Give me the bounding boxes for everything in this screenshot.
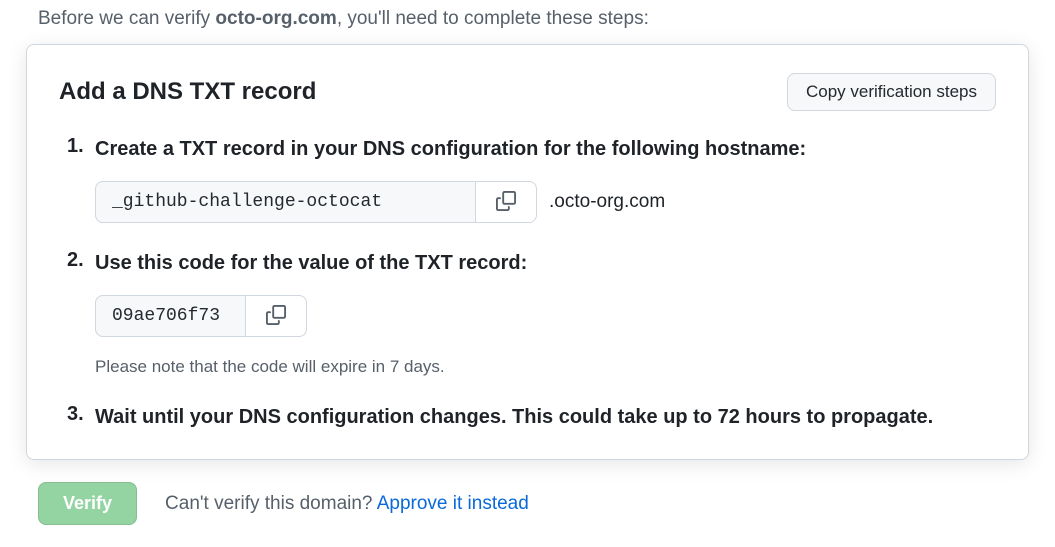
copy-icon (496, 191, 516, 214)
code-row (95, 295, 996, 337)
intro-domain: octo-org.com (215, 8, 336, 29)
hostname-group (95, 181, 537, 223)
step-2-title: Use this code for the value of the TXT r… (95, 249, 996, 277)
step-1: Create a TXT record in your DNS configur… (59, 135, 996, 223)
dns-card: Add a DNS TXT record Copy verification s… (26, 44, 1029, 460)
approve-link[interactable]: Approve it instead (377, 493, 529, 514)
copy-hostname-button[interactable] (475, 181, 537, 223)
card-header: Add a DNS TXT record Copy verification s… (59, 73, 996, 111)
code-input[interactable] (95, 295, 245, 337)
step-2: Use this code for the value of the TXT r… (59, 249, 996, 377)
intro-suffix: , you'll need to complete these steps: (337, 8, 649, 29)
hostname-input[interactable] (95, 181, 475, 223)
step-1-title: Create a TXT record in your DNS configur… (95, 135, 996, 163)
footer-text: Can't verify this domain? Approve it ins… (165, 493, 529, 515)
intro-prefix: Before we can verify (38, 8, 215, 29)
intro-text: Before we can verify octo-org.com, you'l… (38, 8, 1017, 30)
step-3-title: Wait until your DNS configuration change… (95, 403, 996, 431)
card-title: Add a DNS TXT record (59, 78, 316, 106)
copy-verification-steps-button[interactable]: Copy verification steps (787, 73, 996, 111)
hostname-suffix: .octo-org.com (549, 191, 665, 213)
copy-code-button[interactable] (245, 295, 307, 337)
footer-row: Verify Can't verify this domain? Approve… (38, 482, 1017, 525)
footer-question: Can't verify this domain? (165, 493, 377, 514)
code-group (95, 295, 307, 337)
copy-icon (266, 305, 286, 328)
hostname-row: .octo-org.com (95, 181, 996, 223)
step-3: Wait until your DNS configuration change… (59, 403, 996, 431)
steps-list: Create a TXT record in your DNS configur… (59, 135, 996, 431)
verify-button[interactable]: Verify (38, 482, 137, 525)
expiry-note: Please note that the code will expire in… (95, 357, 996, 377)
